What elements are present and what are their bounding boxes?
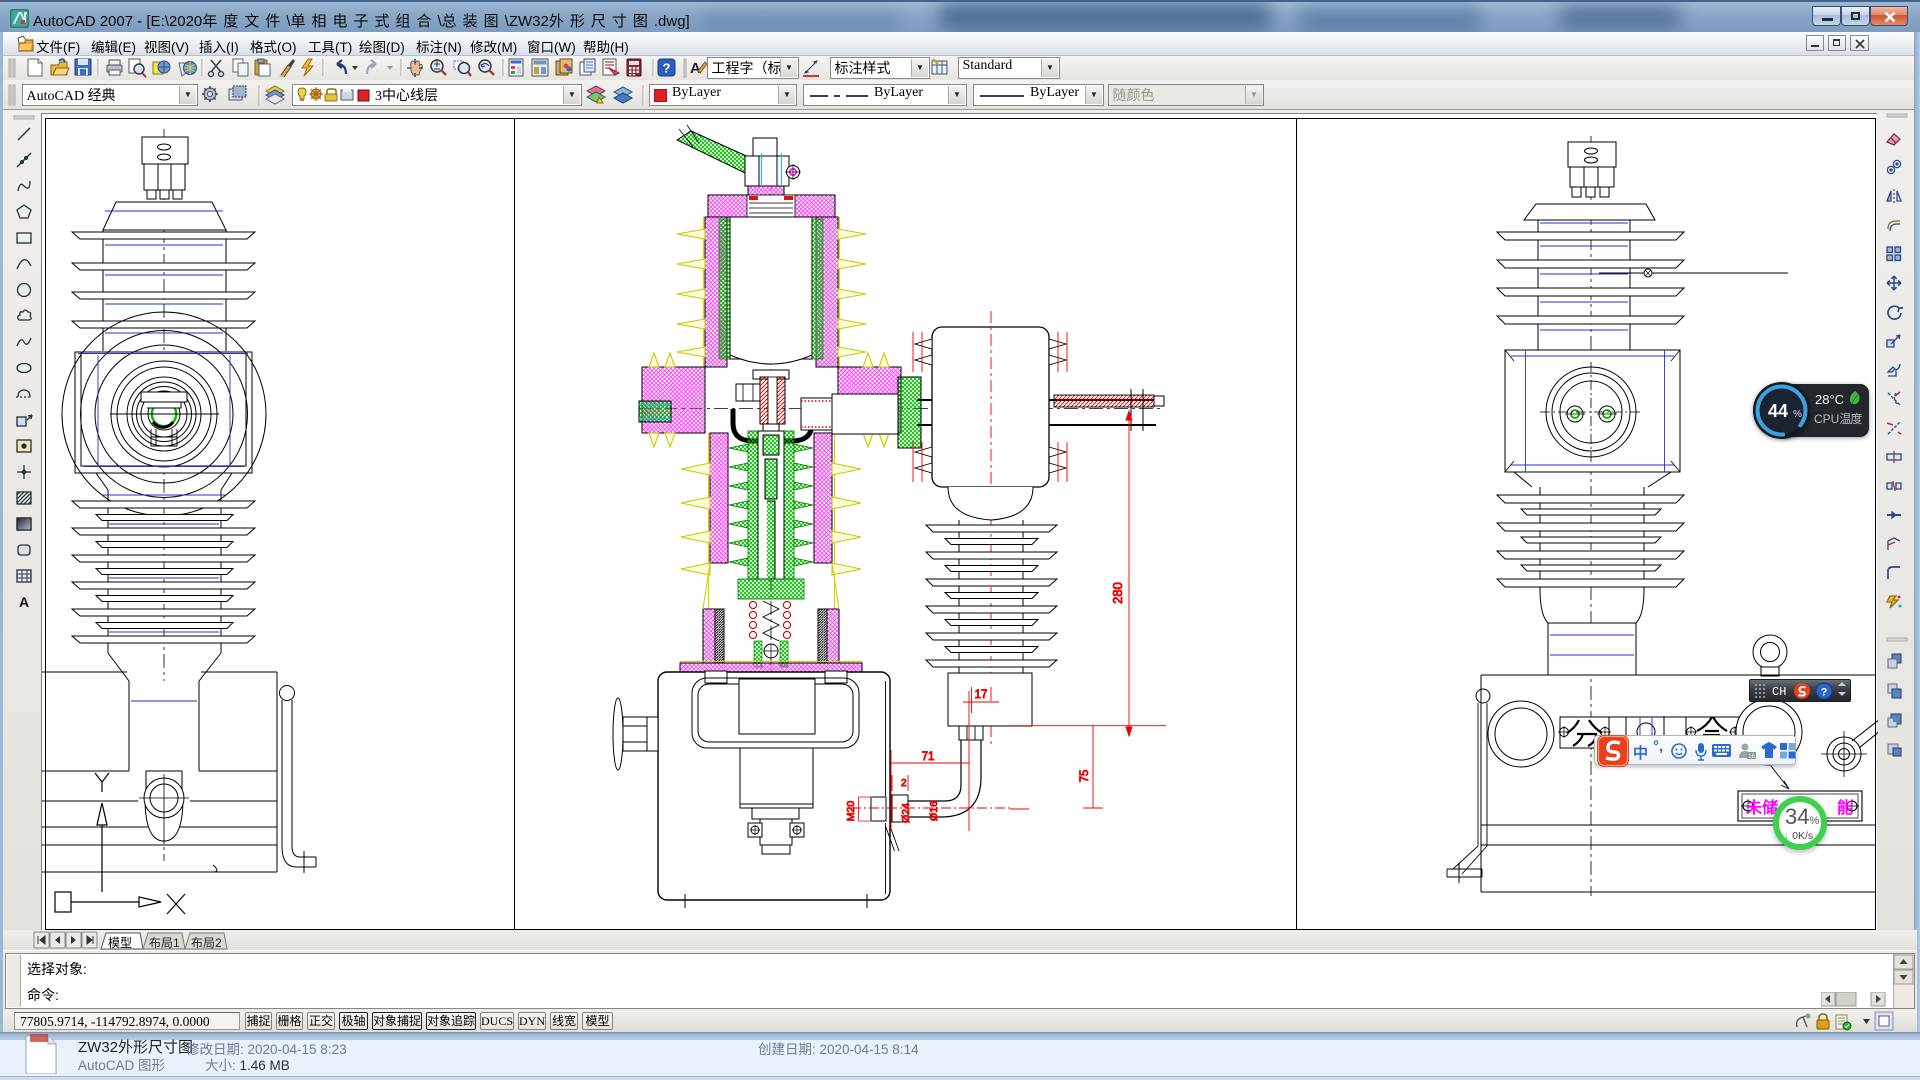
svg-text:2: 2 [901, 778, 907, 789]
svg-text:?: ? [1821, 687, 1828, 699]
svg-text:%: % [1793, 409, 1802, 420]
svg-text:17: 17 [975, 689, 988, 701]
svg-text:Ø24: Ø24 [900, 803, 912, 823]
svg-text:75: 75 [1079, 770, 1091, 783]
svg-text:A: A [19, 594, 29, 610]
svg-text:16: 16 [1748, 754, 1755, 760]
svg-text:Ø16: Ø16 [928, 801, 940, 821]
svg-text:?: ? [663, 61, 671, 76]
svg-text:71: 71 [922, 751, 935, 763]
svg-text:CH: CH [1772, 685, 1786, 699]
svg-text:280: 280 [1110, 582, 1125, 604]
svg-text:44: 44 [1768, 401, 1788, 421]
svg-text:M20: M20 [845, 801, 857, 822]
